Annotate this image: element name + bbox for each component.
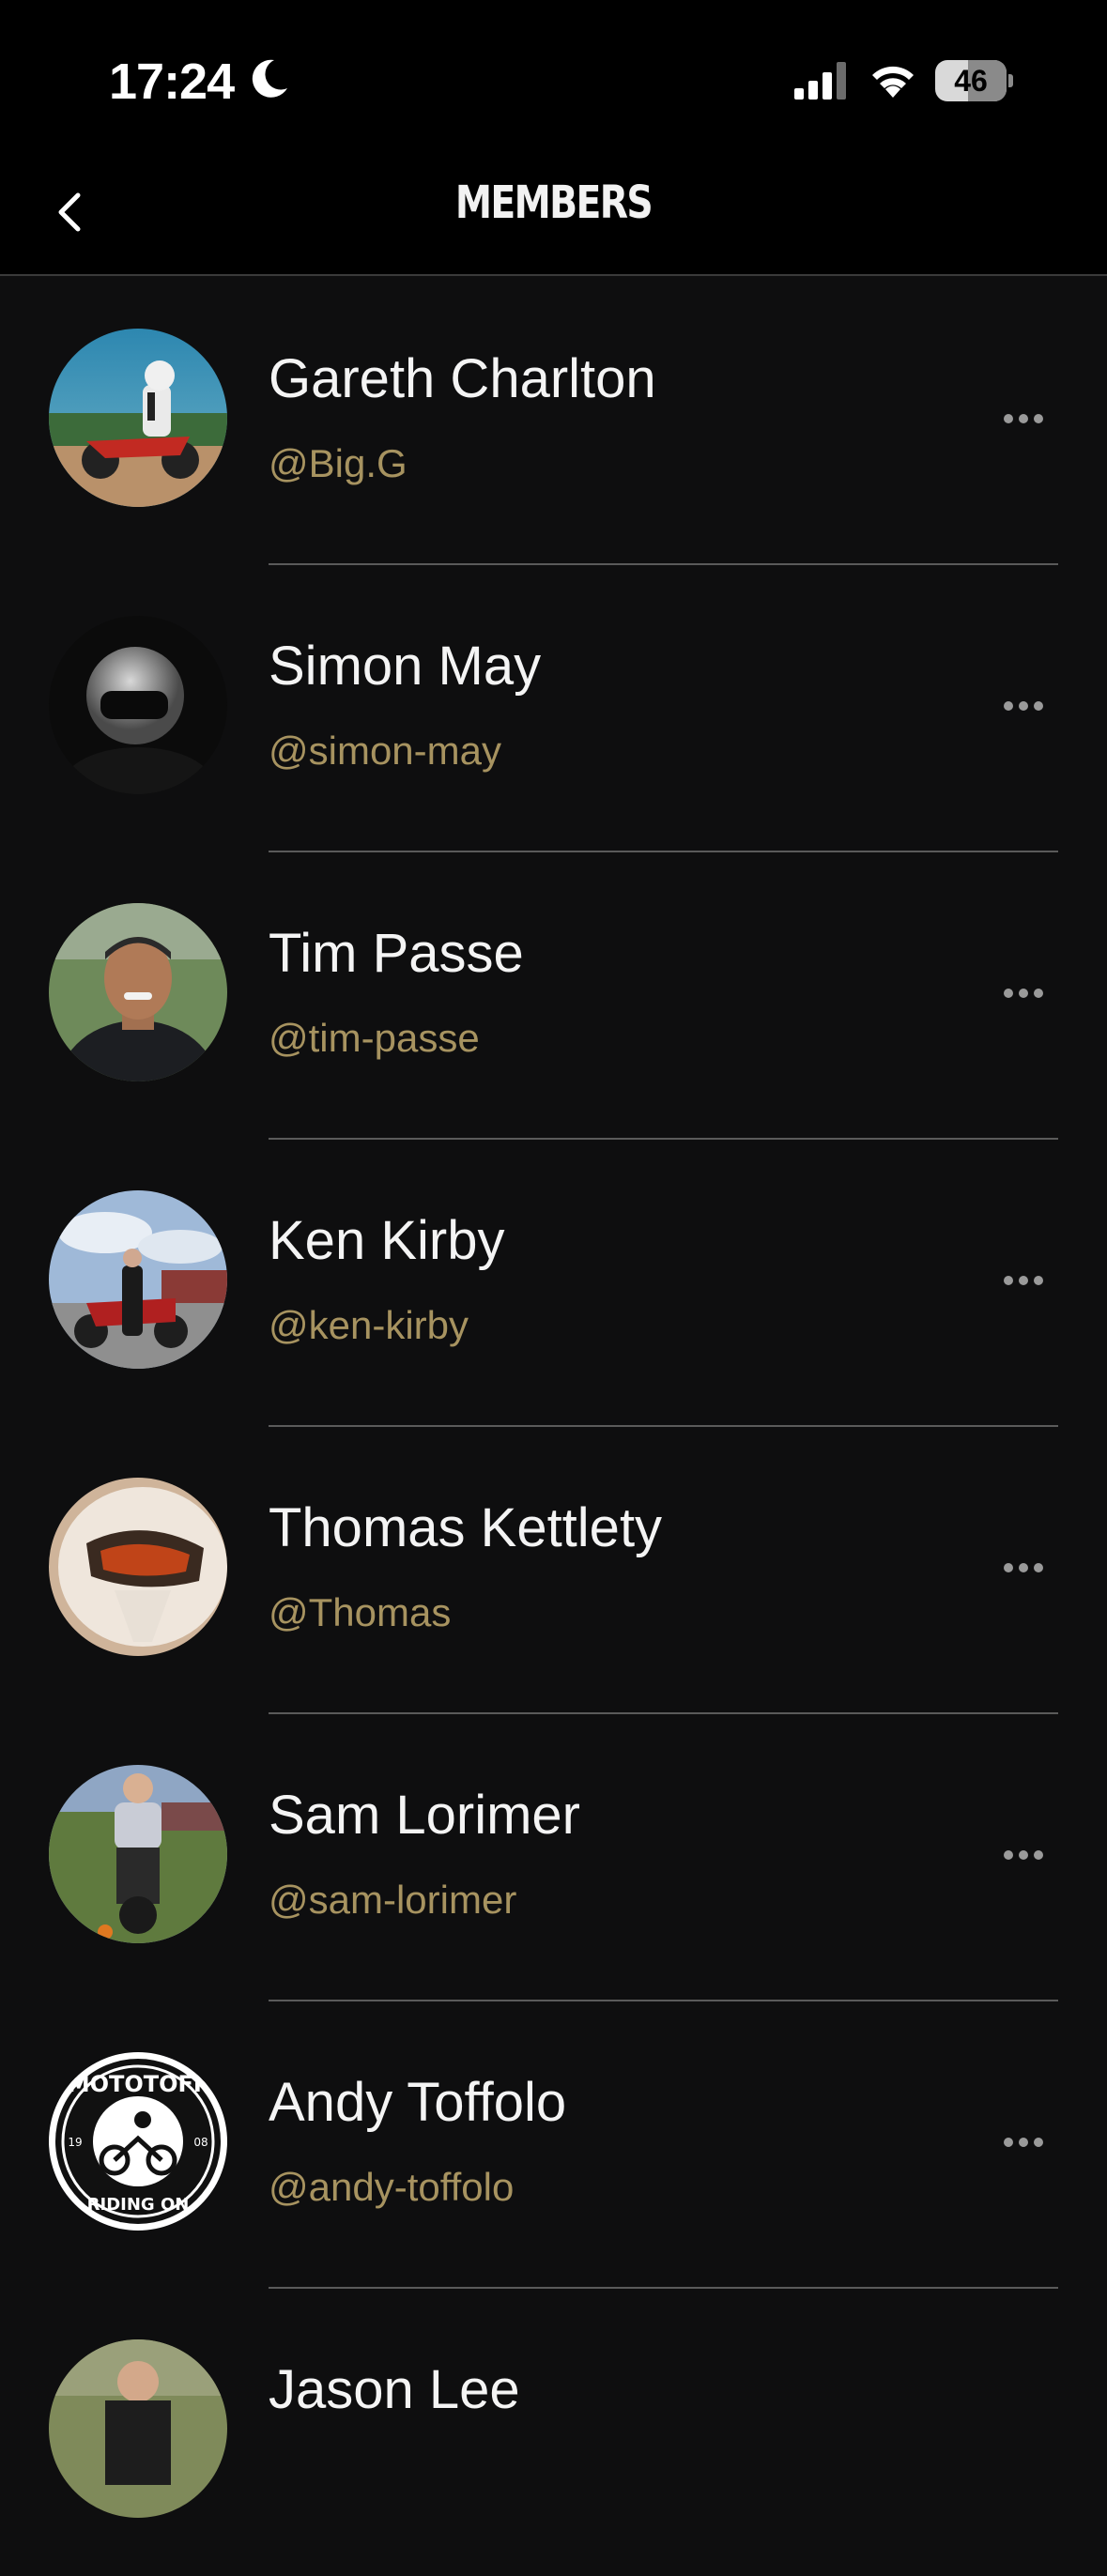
more-options-button[interactable]	[995, 1549, 1052, 1587]
member-name: Tim Passe	[269, 923, 524, 984]
member-row[interactable]: Ken Kirby @ken-kirby	[0, 1140, 1107, 1427]
avatar[interactable]: MOTOTOFF RIDING ON 19 08	[49, 2052, 227, 2231]
page-title: MEMBERS	[454, 176, 653, 229]
mototoff-logo: MOTOTOFF RIDING ON 19 08	[49, 2052, 227, 2231]
member-handle: @Thomas	[269, 1590, 452, 1634]
member-handle: @ken-kirby	[269, 1303, 469, 1347]
wifi-icon	[872, 66, 914, 98]
more-options-button[interactable]	[995, 687, 1052, 725]
battery-level: 46	[954, 64, 988, 98]
member-name: Sam Lorimer	[269, 1785, 580, 1846]
member-list: Gareth Charlton @Big.G Simon May @simon-…	[0, 278, 1107, 2576]
member-name: Ken Kirby	[269, 1210, 505, 1271]
member-row[interactable]: Simon May @simon-may	[0, 565, 1107, 852]
status-time: 17:24	[109, 54, 235, 110]
svg-text:08: 08	[193, 2136, 208, 2149]
cellular-signal-icon	[794, 62, 846, 100]
member-row[interactable]: Gareth Charlton @Big.G	[0, 278, 1107, 565]
member-row[interactable]: MOTOTOFF RIDING ON 19 08 Andy Toffolo @a…	[0, 2001, 1107, 2289]
member-name: Simon May	[269, 636, 542, 697]
member-row[interactable]: Sam Lorimer @sam-lorimer	[0, 1714, 1107, 2001]
member-name: Gareth Charlton	[269, 348, 656, 409]
member-row[interactable]: Thomas Kettlety @Thomas	[0, 1427, 1107, 1714]
member-name: Jason Lee	[269, 2359, 520, 2420]
svg-text:MOTOTOFF: MOTOTOFF	[68, 2071, 209, 2097]
chevron-left-icon	[58, 192, 81, 232]
avatar[interactable]	[49, 616, 227, 794]
more-options-button[interactable]	[995, 2124, 1052, 2161]
member-row[interactable]: Jason Lee	[0, 2289, 1107, 2576]
member-handle: @andy-toffolo	[269, 2165, 515, 2209]
avatar[interactable]	[49, 1190, 227, 1369]
avatar[interactable]	[49, 1765, 227, 1943]
avatar[interactable]	[49, 1478, 227, 1656]
member-handle: @simon-may	[269, 728, 502, 773]
member-handle: @sam-lorimer	[269, 1878, 517, 1922]
member-handle: @Big.G	[269, 441, 407, 485]
avatar[interactable]	[49, 903, 227, 1081]
moon-icon	[252, 59, 287, 98]
more-options-button[interactable]	[995, 1836, 1052, 1874]
battery-icon: 46	[935, 60, 1013, 101]
svg-text:RIDING ON: RIDING ON	[87, 2195, 190, 2215]
svg-text:19: 19	[68, 2136, 82, 2149]
member-handle: @tim-passe	[269, 1016, 480, 1060]
member-name: Thomas Kettlety	[269, 1497, 663, 1558]
nav-header: MEMBERS	[0, 150, 1107, 276]
member-name: Andy Toffolo	[269, 2072, 567, 2133]
back-button[interactable]	[43, 186, 96, 238]
more-options-button[interactable]	[995, 1262, 1052, 1299]
avatar[interactable]	[49, 2339, 227, 2518]
status-bar: 17:24 46	[0, 0, 1107, 150]
member-row[interactable]: Tim Passe @tim-passe	[0, 852, 1107, 1140]
more-options-button[interactable]	[995, 400, 1052, 437]
more-options-button[interactable]	[995, 974, 1052, 1012]
avatar[interactable]	[49, 329, 227, 507]
